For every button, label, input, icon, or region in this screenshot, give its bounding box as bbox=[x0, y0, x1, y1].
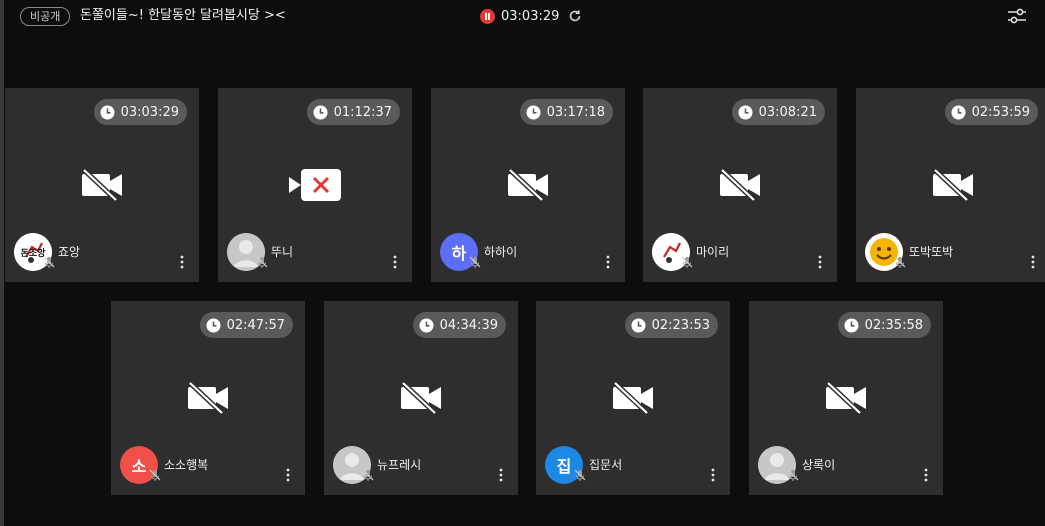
more-options-icon[interactable] bbox=[817, 254, 823, 270]
avatar bbox=[333, 446, 374, 484]
clock-icon bbox=[100, 105, 115, 119]
timer-text: 03:03:29 bbox=[120, 104, 179, 120]
study-timer: 02:53:59 bbox=[944, 99, 1038, 125]
avatar bbox=[652, 233, 693, 271]
more-options-icon[interactable] bbox=[498, 467, 504, 483]
avatar: 집 bbox=[545, 446, 586, 484]
study-timer: 03:03:29 bbox=[93, 99, 187, 125]
participant-tile[interactable]: 04:34:39 뉴프레시 bbox=[324, 301, 518, 495]
mic-off-icon bbox=[894, 256, 906, 268]
study-timer: 02:35:58 bbox=[837, 312, 931, 338]
participant-name: 또박또박 bbox=[909, 245, 954, 259]
camera-off-icon bbox=[613, 381, 653, 415]
more-options-icon[interactable] bbox=[285, 467, 291, 483]
avatar bbox=[758, 446, 799, 484]
study-timer: 03:17:18 bbox=[519, 99, 613, 125]
timer-text: 02:47:57 bbox=[226, 317, 285, 333]
study-timer: 02:23:53 bbox=[624, 312, 718, 338]
timer-text: 03:08:21 bbox=[758, 104, 817, 120]
mic-off-icon bbox=[256, 256, 268, 268]
clock-icon bbox=[206, 318, 221, 332]
avatar: 소 bbox=[120, 446, 161, 484]
camera-off-icon bbox=[188, 381, 228, 415]
avatar: 하 bbox=[440, 233, 481, 271]
mic-off-icon bbox=[362, 469, 374, 481]
refresh-icon[interactable] bbox=[567, 8, 583, 24]
participant-name: 소소행복 bbox=[164, 458, 209, 472]
clock-icon bbox=[844, 318, 859, 332]
clock-icon bbox=[313, 105, 328, 119]
mic-off-icon bbox=[469, 256, 481, 268]
more-options-icon[interactable] bbox=[392, 254, 398, 270]
room-title: 돈쭐이들~! 한달동안 달려봅시당 >< bbox=[80, 8, 286, 23]
clock-icon bbox=[631, 318, 646, 332]
clock-icon bbox=[526, 105, 541, 119]
participant-name: 상록이 bbox=[802, 458, 836, 472]
camera-off-icon bbox=[933, 168, 973, 202]
mic-off-icon bbox=[43, 256, 55, 268]
camera-error-icon bbox=[289, 169, 341, 201]
pause-record-icon[interactable] bbox=[480, 8, 495, 24]
participant-name: 뉴프레시 bbox=[377, 458, 422, 472]
clock-icon bbox=[951, 105, 966, 119]
study-timer: 02:47:57 bbox=[199, 312, 293, 338]
timer-text: 04:34:39 bbox=[439, 317, 498, 333]
room-header: 비공개 돈쭐이들~! 한달동안 달려봅시당 >< 03:03:29 bbox=[0, 0, 1045, 32]
avatar bbox=[865, 233, 906, 271]
avatar-initial: 집 bbox=[556, 457, 572, 476]
avatar-initial: 하 bbox=[451, 244, 467, 263]
more-options-icon[interactable] bbox=[710, 467, 716, 483]
recording-status: 03:03:29 bbox=[480, 7, 583, 25]
camera-off-icon bbox=[82, 168, 122, 202]
participant-name: 하하이 bbox=[484, 245, 518, 259]
timer-text: 01:12:37 bbox=[333, 104, 392, 120]
participant-tile[interactable]: 03:17:18 하 하하이 bbox=[431, 88, 625, 282]
participant-tile[interactable]: 02:47:57 소 소소행복 bbox=[111, 301, 305, 495]
recording-time: 03:03:29 bbox=[501, 8, 560, 24]
avatar-initial: 소 bbox=[131, 457, 147, 476]
participant-tile[interactable]: 01:12:37 뚜니 bbox=[218, 88, 412, 282]
clock-icon bbox=[738, 105, 753, 119]
camera-off-icon bbox=[508, 168, 548, 202]
study-timer: 01:12:37 bbox=[306, 99, 400, 125]
more-options-icon[interactable] bbox=[1030, 254, 1036, 270]
study-timer: 04:34:39 bbox=[412, 312, 506, 338]
participant-name: 죠앙 bbox=[58, 245, 81, 259]
participant-tile[interactable]: 03:08:21 마이리 bbox=[643, 88, 837, 282]
avatar bbox=[227, 233, 268, 271]
study-timer: 03:08:21 bbox=[731, 99, 825, 125]
timer-text: 02:23:53 bbox=[651, 317, 710, 333]
window-edge bbox=[0, 0, 4, 526]
avatar: 돈조앙 bbox=[14, 233, 55, 271]
mic-off-icon bbox=[787, 469, 799, 481]
participant-name: 집문서 bbox=[589, 458, 623, 472]
camera-off-icon bbox=[401, 381, 441, 415]
participant-tile[interactable]: 02:35:58 상록이 bbox=[749, 301, 943, 495]
participant-tile[interactable]: 03:03:29 돈조앙 죠앙 bbox=[5, 88, 199, 282]
participant-name: 뚜니 bbox=[271, 245, 294, 259]
more-options-icon[interactable] bbox=[179, 254, 185, 270]
timer-text: 03:17:18 bbox=[546, 104, 605, 120]
clock-icon bbox=[419, 318, 434, 332]
timer-text: 02:35:58 bbox=[864, 317, 923, 333]
camera-off-icon bbox=[826, 381, 866, 415]
settings-sliders-icon[interactable] bbox=[1006, 6, 1028, 26]
timer-text: 02:53:59 bbox=[971, 104, 1030, 120]
visibility-badge: 비공개 bbox=[20, 7, 71, 26]
participant-tile[interactable]: 02:53:59 또박또박 bbox=[856, 88, 1045, 282]
participant-name: 마이리 bbox=[696, 245, 730, 259]
mic-off-icon bbox=[574, 469, 586, 481]
participant-tile[interactable]: 02:23:53 집 집문서 bbox=[536, 301, 730, 495]
more-options-icon[interactable] bbox=[605, 254, 611, 270]
mic-off-icon bbox=[681, 256, 693, 268]
more-options-icon[interactable] bbox=[923, 467, 929, 483]
camera-off-icon bbox=[720, 168, 760, 202]
mic-off-icon bbox=[149, 469, 161, 481]
